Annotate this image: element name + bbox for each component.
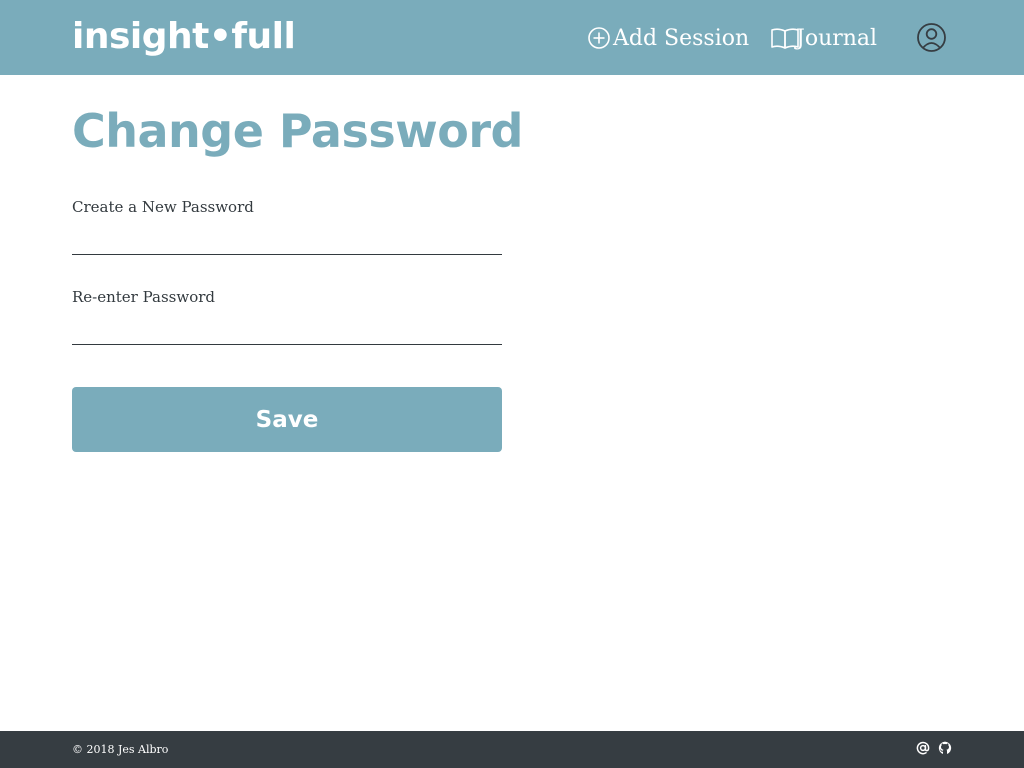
github-icon[interactable] <box>938 741 952 755</box>
save-button[interactable]: Save <box>72 387 502 452</box>
page-title: Change Password <box>72 104 523 158</box>
user-circle-icon[interactable] <box>916 22 947 53</box>
site-header: insight•full Add Session Journal <box>0 0 1024 75</box>
plus-circle-icon <box>587 26 611 50</box>
at-sign-icon[interactable] <box>916 741 930 755</box>
journal-link[interactable]: Journal <box>770 20 877 56</box>
add-session-link[interactable]: Add Session <box>587 20 749 56</box>
reenter-password-input[interactable] <box>72 313 502 345</box>
new-password-input[interactable] <box>72 223 502 255</box>
copyright-text: © 2018 Jes Albro <box>72 743 169 756</box>
new-password-label: Create a New Password <box>72 198 254 216</box>
add-session-label: Add Session <box>613 25 750 51</box>
open-book-icon <box>770 26 799 50</box>
journal-label: Journal <box>796 25 878 51</box>
reenter-password-label: Re-enter Password <box>72 288 216 306</box>
site-logo[interactable]: insight•full <box>72 14 296 60</box>
site-footer: © 2018 Jes Albro <box>0 731 1024 768</box>
